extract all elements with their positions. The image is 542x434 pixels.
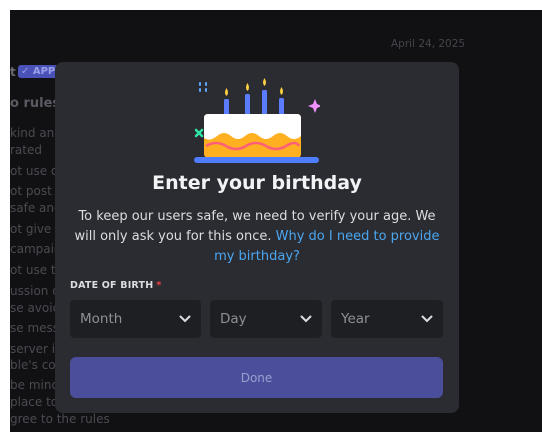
- bg-line: rated: [10, 143, 42, 157]
- month-placeholder: Month: [80, 311, 123, 327]
- bg-line: gree to the rules: [10, 412, 110, 426]
- bg-line: server i: [10, 342, 56, 356]
- day-placeholder: Day: [220, 311, 247, 327]
- required-marker: *: [156, 280, 162, 291]
- birthday-modal: Enter your birthday To keep our users sa…: [55, 62, 459, 413]
- bg-line: se mess: [10, 321, 60, 335]
- bg-line: safe and: [10, 201, 62, 215]
- year-select[interactable]: Year: [331, 300, 443, 338]
- birthday-cake-icon: [194, 78, 320, 163]
- message-date: April 24, 2025: [391, 38, 466, 50]
- bg-line: se avoid: [10, 301, 61, 315]
- chevron-down-icon: [179, 315, 191, 323]
- modal-title: Enter your birthday: [152, 172, 362, 194]
- bg-line: ussion o: [10, 284, 60, 298]
- dob-label: DATE OF BIRTH *: [70, 280, 162, 291]
- app-badge: ✓ APP: [18, 65, 59, 78]
- bg-heading: o rules: [10, 96, 61, 111]
- dob-label-text: DATE OF BIRTH: [70, 280, 154, 291]
- done-button[interactable]: Done: [70, 357, 443, 398]
- chevron-down-icon: [300, 315, 312, 323]
- bg-line: place to: [10, 395, 59, 409]
- chevron-down-icon: [421, 315, 433, 323]
- month-select[interactable]: Month: [70, 300, 201, 338]
- app-background: April 24, 2025 t ✓ APP o rules kind and …: [10, 10, 542, 432]
- modal-subtitle: To keep our users safe, we need to verif…: [69, 207, 445, 267]
- year-placeholder: Year: [341, 311, 370, 327]
- bg-line: ot use o: [10, 164, 59, 178]
- bg-line: be mind: [10, 378, 60, 392]
- bg-line: ot post: [10, 184, 52, 198]
- bg-line: campaig: [10, 242, 62, 256]
- bg-line: t: [10, 65, 16, 79]
- day-select[interactable]: Day: [210, 300, 322, 338]
